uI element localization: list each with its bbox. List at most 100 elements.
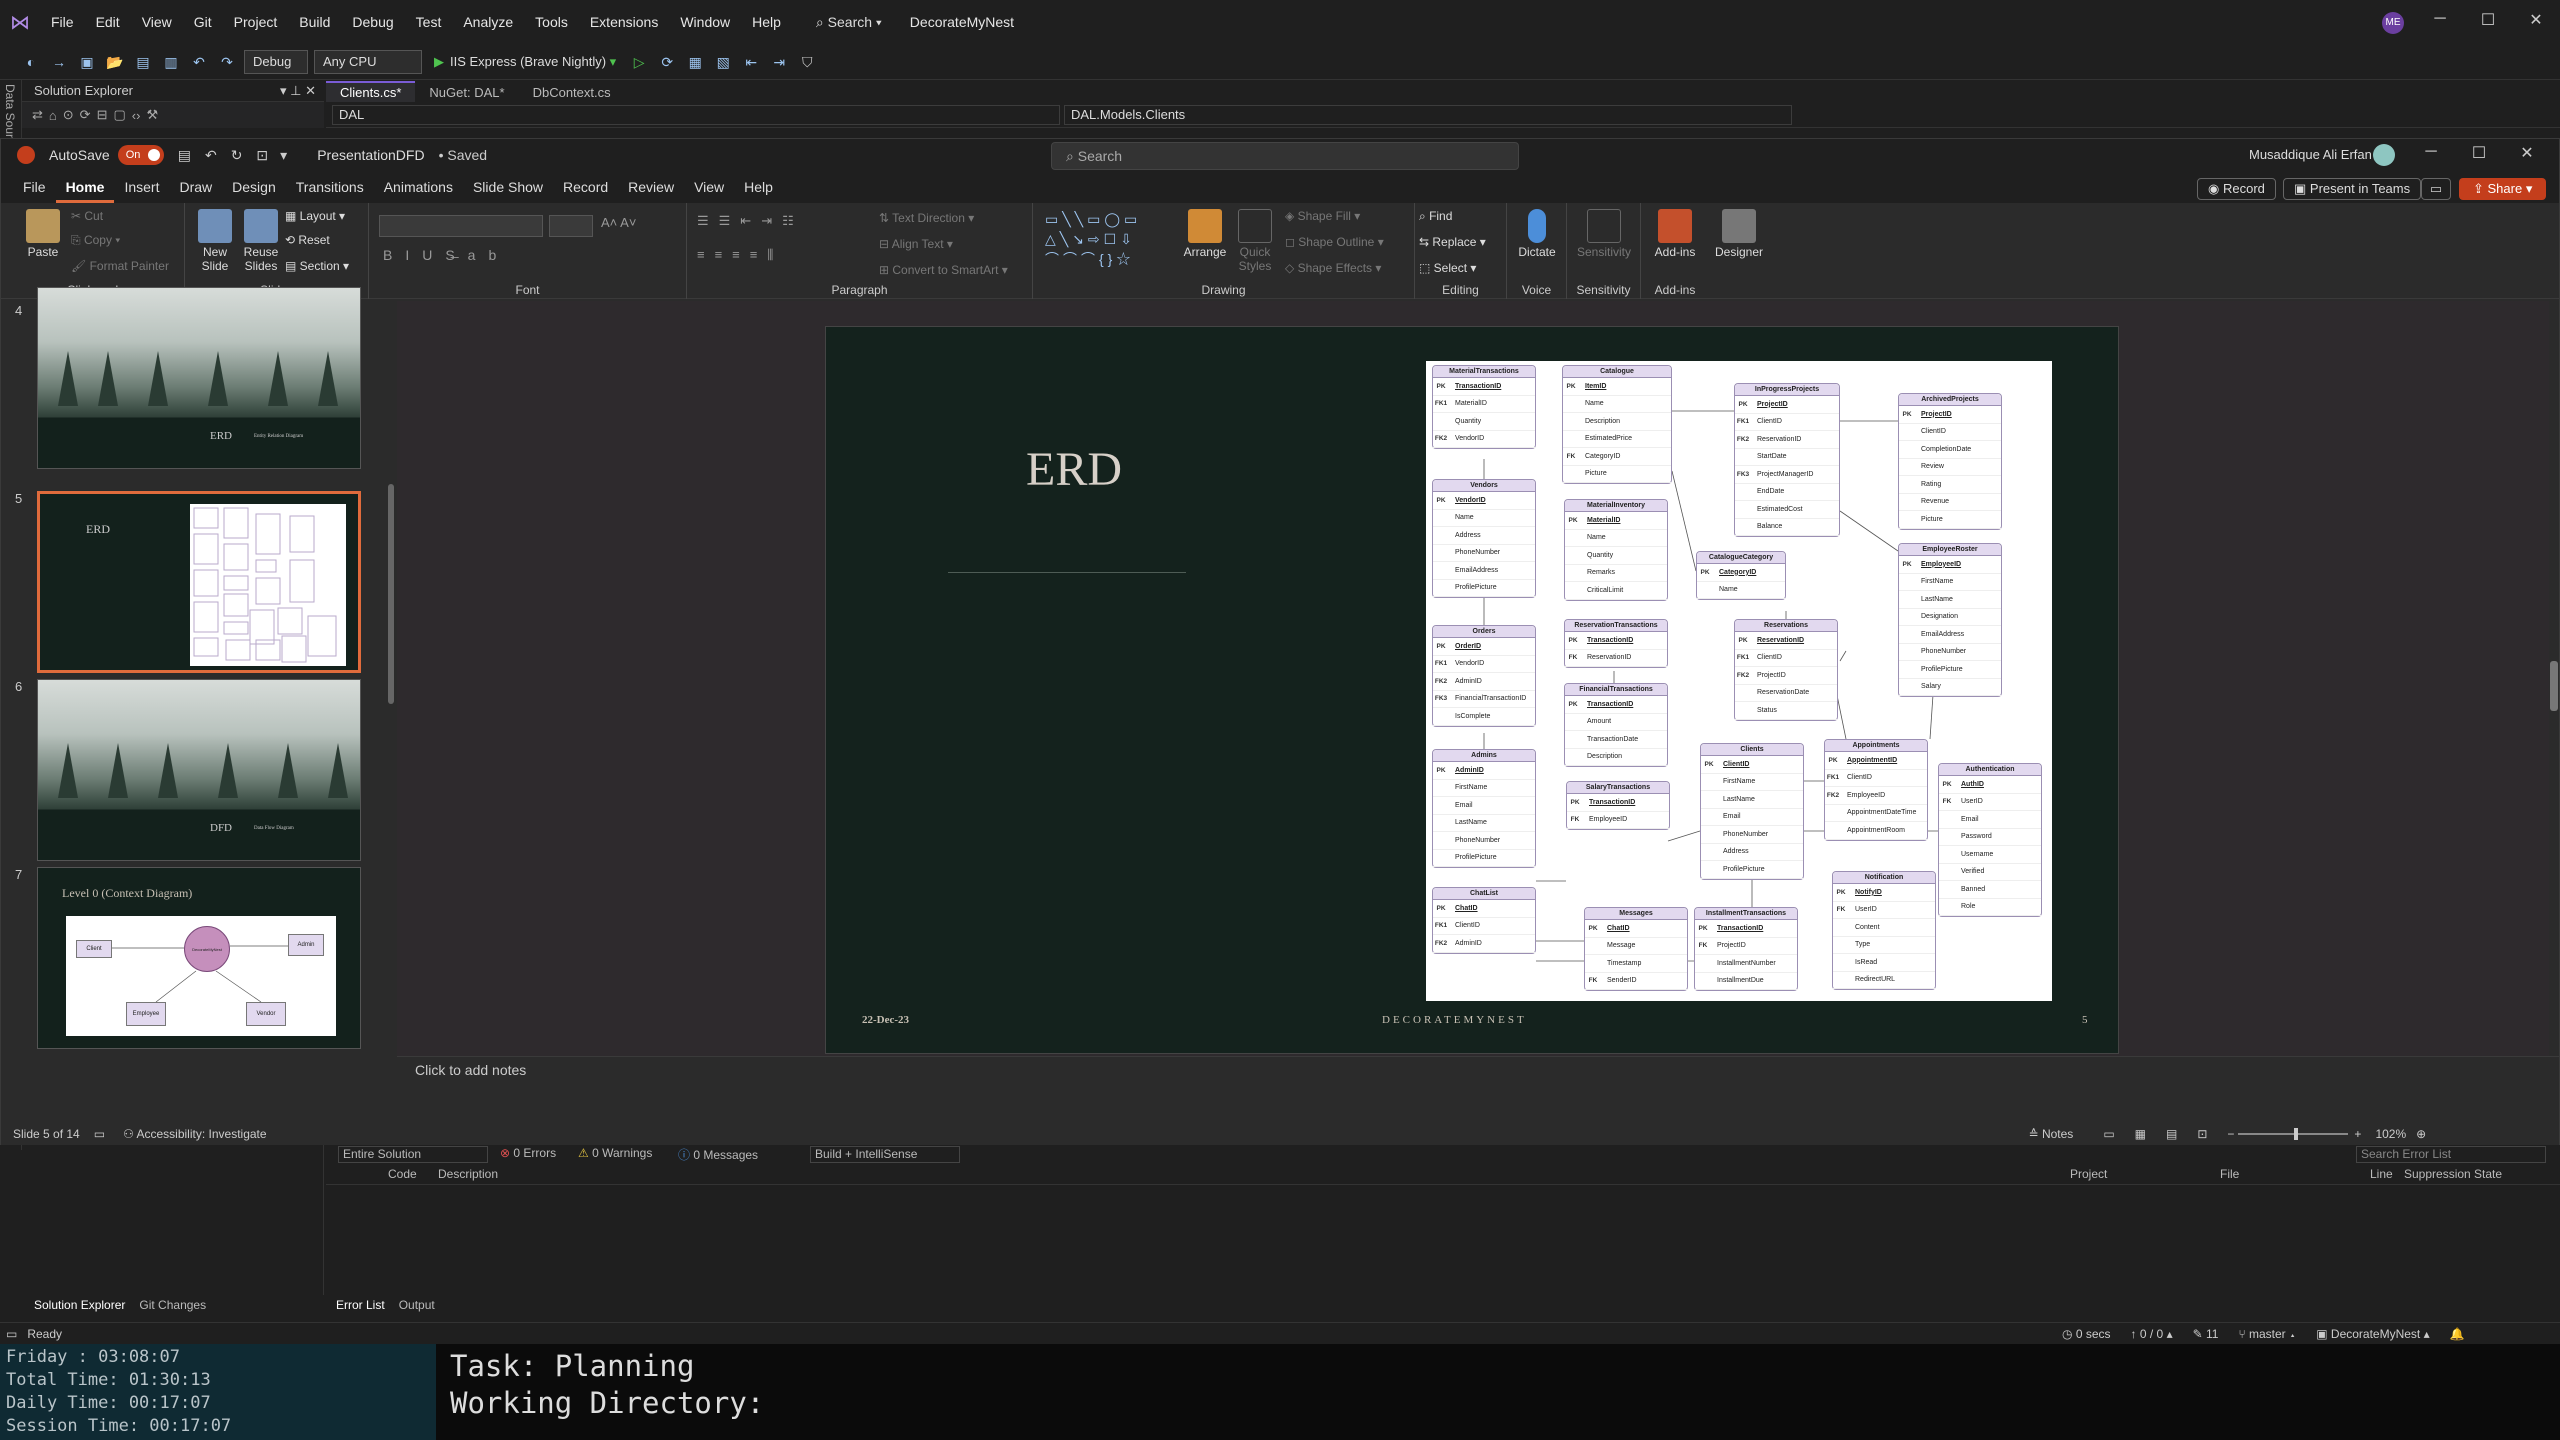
col-file[interactable]: File	[2220, 1167, 2239, 1181]
save-icon[interactable]: ▤	[132, 51, 154, 73]
zoom-in-icon[interactable]: +	[2354, 1127, 2361, 1141]
tab-home[interactable]: Home	[55, 171, 115, 203]
autosave-toggle[interactable]: On	[117, 145, 164, 165]
ppt-maximize-icon[interactable]: ☐	[2459, 143, 2499, 163]
slide-thumbnail-6[interactable]: DFD Data Flow Diagram	[37, 679, 361, 861]
solution-explorer-tree[interactable]	[22, 1145, 324, 1295]
forward-icon[interactable]: →	[48, 51, 70, 73]
share-button[interactable]: ⇪ Share ▾	[2459, 178, 2547, 200]
vs-menu-window[interactable]: Window	[669, 14, 741, 30]
sync-icon[interactable]: ⇄	[32, 107, 43, 123]
tab-transitions[interactable]: Transitions	[286, 171, 374, 203]
tab-view[interactable]: View	[684, 171, 734, 203]
code-icon[interactable]: ‹›	[132, 108, 141, 123]
ppt-saved-status[interactable]: • Saved	[439, 147, 488, 163]
vs-menu-view[interactable]: View	[131, 14, 183, 30]
pin-close-icons[interactable]: ▾ ⊥ ✕	[280, 80, 316, 102]
tab-design[interactable]: Design	[222, 171, 286, 203]
vs-menu-build[interactable]: Build	[288, 14, 341, 30]
slide-scrollbar[interactable]	[2549, 301, 2559, 1056]
visual-studio-logo-icon[interactable]: ⋈	[0, 10, 40, 35]
ppt-search-input[interactable]: ⌕ Search	[1051, 142, 1519, 170]
dictate-button[interactable]: Dictate	[1515, 209, 1559, 259]
vs-close-icon[interactable]: ✕	[2516, 10, 2556, 30]
ppt-user-name[interactable]: Musaddique Ali Erfan	[2249, 147, 2372, 162]
zoom-slider[interactable]	[2238, 1128, 2349, 1140]
align-icons[interactable]: ≡≡≡≡⫼	[697, 247, 783, 263]
shape-outline-button[interactable]: ◻ Shape Outline ▾	[1285, 235, 1384, 249]
erd-image[interactable]: MaterialTransactions PK TransactionID FK1 Ma…	[1426, 361, 2052, 1001]
undo-icon[interactable]: ↶	[188, 51, 210, 73]
toolbar-icon-4[interactable]: ⇥	[768, 51, 790, 73]
paste-button[interactable]: Paste	[23, 209, 63, 259]
tab-nuget-dal[interactable]: NuGet: DAL*	[415, 83, 518, 102]
run-button[interactable]: ▶ IIS Express (Brave Nightly) ▾	[428, 54, 622, 70]
tab-file[interactable]: File	[13, 171, 56, 203]
home-icon[interactable]: ⌂	[49, 108, 57, 123]
new-item-icon[interactable]: ▣	[76, 51, 98, 73]
vs-maximize-icon[interactable]: ☐	[2468, 10, 2508, 30]
cut-button[interactable]: ✂ Cut	[71, 209, 103, 223]
reuse-slides-button[interactable]: Reuse Slides	[239, 209, 283, 273]
vs-menu-project[interactable]: Project	[223, 14, 289, 30]
save-all-icon[interactable]: ▥	[160, 51, 182, 73]
status-sync[interactable]: ↑ 0 / 0 ▴	[2131, 1327, 2173, 1341]
build-filter-select[interactable]: Build + IntelliSense	[810, 1146, 960, 1163]
replace-button[interactable]: ⇆ Replace ▾	[1419, 235, 1486, 249]
present-in-teams-button[interactable]: ▣ Present in Teams	[2283, 178, 2422, 200]
new-slide-button[interactable]: New Slide	[195, 209, 235, 273]
redo-icon[interactable]: ↷	[216, 51, 238, 73]
status-branch[interactable]: ⑂ master ▴	[2238, 1327, 2296, 1341]
vs-menu-test[interactable]: Test	[405, 14, 453, 30]
tab-help[interactable]: Help	[734, 171, 783, 203]
col-suppression-state[interactable]: Suppression State	[2404, 1167, 2502, 1181]
addins-button[interactable]: Add-ins	[1647, 209, 1703, 259]
current-slide[interactable]: ERD MaterialTransactions PK TransactionID F…	[825, 326, 2119, 1054]
save-icon[interactable]: ▤	[178, 147, 191, 164]
normal-view-icon[interactable]: ▭	[2103, 1127, 2114, 1141]
redo-icon[interactable]: ↻	[231, 147, 243, 164]
notes-button[interactable]: ≙ Notes	[2029, 1127, 2074, 1141]
start-without-debug-icon[interactable]: ▷	[628, 51, 650, 73]
slide-thumbnail-5[interactable]: ERD	[37, 491, 361, 673]
sensitivity-button[interactable]: Sensitivity	[1573, 209, 1635, 259]
ppt-minimize-icon[interactable]: ─	[2411, 143, 2451, 161]
warnings-filter[interactable]: ⚠ 0 Warnings	[578, 1146, 652, 1160]
tab-record[interactable]: Record	[553, 171, 618, 203]
vs-menu-file[interactable]: File	[40, 14, 85, 30]
slide-thumbnail-4[interactable]: ERD Entity Relation Diagram	[37, 287, 361, 469]
slide-title[interactable]: ERD	[826, 442, 1322, 497]
fit-to-window-icon[interactable]: ⊕	[2416, 1127, 2426, 1141]
toolbar-icon-3[interactable]: ⇤	[740, 51, 762, 73]
collapse-icon[interactable]: ⊟	[97, 107, 108, 123]
vs-menu-edit[interactable]: Edit	[85, 14, 131, 30]
status-edits[interactable]: ✎ 11	[2193, 1327, 2219, 1341]
shape-fill-button[interactable]: ◈ Shape Fill ▾	[1285, 209, 1360, 223]
align-text-button[interactable]: ⊟ Align Text ▾	[879, 237, 953, 251]
properties-icon[interactable]: ⚒	[146, 107, 158, 123]
tab-git-changes[interactable]: Git Changes	[139, 1298, 206, 1312]
reset-button[interactable]: ⟲ Reset	[285, 233, 330, 247]
messages-filter[interactable]: ⓘ 0 Messages	[678, 1146, 758, 1163]
comments-icon[interactable]: ▭	[2421, 178, 2451, 200]
nav-project-select[interactable]: DAL	[332, 105, 1060, 125]
vs-search-box[interactable]: ⌕ Search ▾	[806, 12, 892, 33]
filter-icon[interactable]: ⊙	[63, 107, 74, 123]
scrollbar-thumb[interactable]	[2550, 661, 2558, 711]
col-description[interactable]: Description	[438, 1167, 498, 1181]
present-icon[interactable]: ⊡	[256, 147, 268, 164]
tab-solution-explorer[interactable]: Solution Explorer	[34, 1298, 125, 1312]
zoom-slider-thumb[interactable]	[2294, 1128, 2299, 1140]
font-name-select[interactable]	[379, 215, 543, 237]
section-button[interactable]: ▤ Section ▾	[285, 259, 349, 273]
vs-menu-git[interactable]: Git	[183, 14, 223, 30]
back-icon[interactable]: ◐	[20, 51, 42, 73]
shape-effects-button[interactable]: ◇ Shape Effects ▾	[1285, 261, 1381, 275]
scrollbar-thumb[interactable]	[388, 484, 394, 704]
col-project[interactable]: Project	[2070, 1167, 2107, 1181]
zoom-level[interactable]: 102%	[2375, 1127, 2406, 1141]
undo-icon[interactable]: ↶	[205, 147, 217, 164]
format-painter-button[interactable]: 🖌 Format Painter	[71, 259, 169, 273]
tab-error-list[interactable]: Error List	[336, 1298, 385, 1312]
vs-menu-analyze[interactable]: Analyze	[452, 14, 524, 30]
